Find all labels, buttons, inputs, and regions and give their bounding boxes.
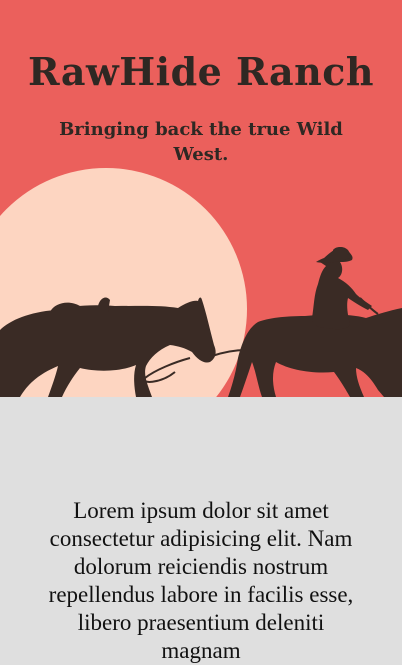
- intro-paragraph: Lorem ipsum dolor sit amet consectetur a…: [48, 498, 354, 663]
- hero-banner: RawHide Ranch Bringing back the true Wil…: [0, 0, 402, 397]
- led-horse: [0, 297, 216, 397]
- bridle-loop: [143, 357, 191, 383]
- horse-saddle: [50, 297, 110, 312]
- site-tagline: Bringing back the true Wild West.: [59, 119, 343, 165]
- site-title: RawHide Ranch: [27, 49, 375, 94]
- content-section: Lorem ipsum dolor sit amet consectetur a…: [0, 397, 402, 663]
